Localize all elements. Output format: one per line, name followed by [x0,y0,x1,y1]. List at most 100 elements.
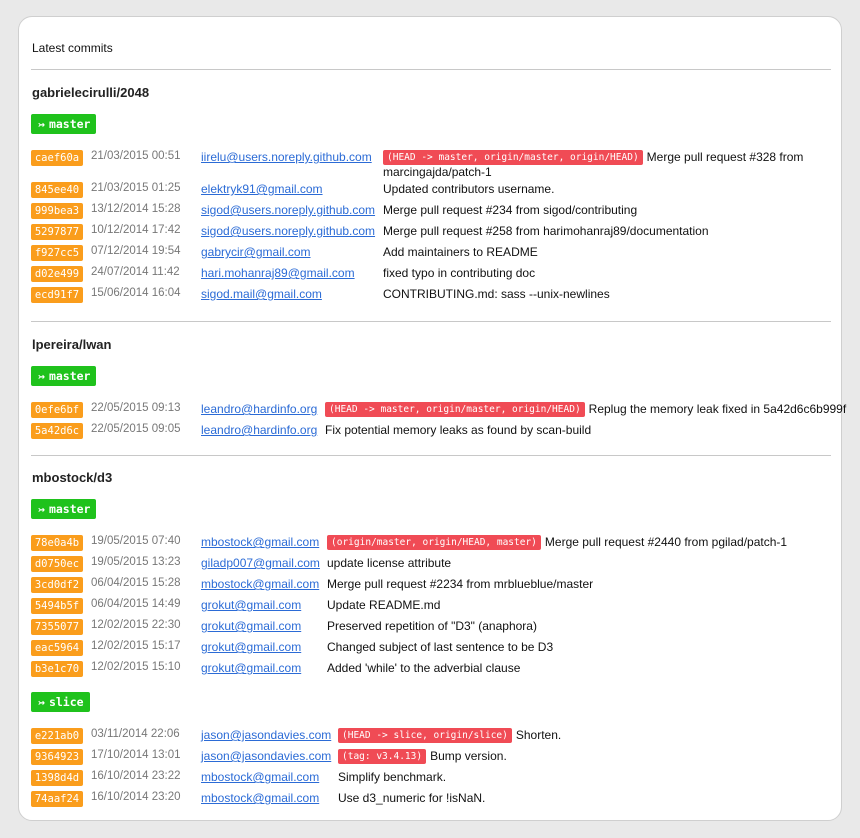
commit-message: CONTRIBUTING.md: sass --unix-newlines [383,287,610,301]
commit-date: 06/04/2015 15:28 [91,577,181,589]
commit-row: 9364923 17/10/2014 13:01 jason@jasondavi… [19,746,841,767]
commit-message: Update README.md [327,598,441,612]
commit-date: 12/02/2015 22:30 [91,619,181,631]
author-email-link[interactable]: leandro@hardinfo.org [201,423,317,437]
commit-row: d02e499 24/07/2014 11:42 hari.mohanraj89… [19,263,841,284]
author-email-link[interactable]: jason@jasondavies.com [201,749,331,763]
author-email-link[interactable]: grokut@gmail.com [201,619,301,633]
commit-sha[interactable]: eac5964 [31,640,83,656]
commit-message: (tag: v3.4.13) Bump version. [338,749,507,764]
ref-badge: (HEAD -> master, origin/master, origin/H… [325,402,585,417]
commit-row: 845ee40 21/03/2015 01:25 elektryk91@gmai… [19,179,841,200]
commit-row: e221ab0 03/11/2014 22:06 jason@jasondavi… [19,725,841,746]
commit-sha[interactable]: 0efe6bf [31,402,83,418]
commit-sha[interactable]: 845ee40 [31,182,83,198]
commit-date: 10/12/2014 17:42 [91,224,181,236]
commit-date: 21/03/2015 00:51 [91,150,181,162]
commit-row: 7355077 12/02/2015 22:30 grokut@gmail.co… [19,616,841,637]
author-email-link[interactable]: mbostock@gmail.com [201,577,319,591]
commit-sha[interactable]: ecd91f7 [31,287,83,303]
commit-sha[interactable]: caef60a [31,150,83,166]
commit-message-text: Merge pull request #2440 from pgilad/pat… [544,535,788,549]
commit-sha[interactable]: 7355077 [31,619,83,635]
divider [31,69,831,70]
ref-badge: (HEAD -> slice, origin/slice) [338,728,512,743]
author-email-link[interactable]: hari.mohanraj89@gmail.com [201,266,355,280]
commit-sha[interactable]: d02e499 [31,266,83,282]
commit-row: d0750ec 19/05/2015 13:23 giladp007@gmail… [19,553,841,574]
commit-row: caef60a 21/03/2015 00:51 iirelu@users.no… [19,147,841,179]
commit-sha[interactable]: 5a42d6c [31,423,83,439]
commit-message: update license attribute [327,556,452,570]
branch-badge[interactable]: ↣ master [31,366,97,386]
commit-sha[interactable]: 5297877 [31,224,83,240]
branch-arrow-icon: ↣ [38,502,45,516]
author-email-link[interactable]: sigod@users.noreply.github.com [201,224,375,238]
repo-name: lpereira/lwan [32,337,112,352]
author-email-link[interactable]: mbostock@gmail.com [201,535,319,549]
commit-sha[interactable]: 1398d4d [31,770,83,786]
commit-sha[interactable]: 999bea3 [31,203,83,219]
author-email-link[interactable]: elektryk91@gmail.com [201,182,323,196]
commit-row: b3e1c70 12/02/2015 15:10 grokut@gmail.co… [19,658,841,679]
commit-sha[interactable]: 9364923 [31,749,83,765]
commit-sha[interactable]: d0750ec [31,556,83,572]
commit-message: Preserved repetition of "D3" (anaphora) [327,619,537,633]
commit-message-text: Replug the memory leak fixed in 5a42d6c6… [588,402,847,416]
commit-date: 21/03/2015 01:25 [91,182,181,194]
branch-name: master [48,502,91,516]
commit-row: 0efe6bf 22/05/2015 09:13 leandro@hardinf… [19,399,846,420]
branch-name: slice [48,695,84,709]
commit-message: Changed subject of last sentence to be D… [327,640,554,654]
branch-badge[interactable]: ↣ master [31,114,97,134]
author-email-link[interactable]: grokut@gmail.com [201,661,301,675]
commit-sha[interactable]: 78e0a4b [31,535,83,551]
commit-row: 5494b5f 06/04/2015 14:49 grokut@gmail.co… [19,595,841,616]
commit-sha[interactable]: e221ab0 [31,728,83,744]
commit-date: 12/02/2015 15:10 [91,661,181,673]
commit-date: 24/07/2014 11:42 [91,266,180,278]
author-email-link[interactable]: sigod.mail@gmail.com [201,287,322,301]
author-email-link[interactable]: leandro@hardinfo.org [201,402,317,416]
commit-date: 06/04/2015 14:49 [91,598,181,610]
commit-message: Add maintainers to README [383,245,538,259]
ref-badge: (HEAD -> master, origin/master, origin/H… [383,150,643,165]
commit-sha[interactable]: 3cd0df2 [31,577,83,593]
author-email-link[interactable]: iirelu@users.noreply.github.com [201,150,372,164]
author-email-link[interactable]: sigod@users.noreply.github.com [201,203,375,217]
author-email-link[interactable]: mbostock@gmail.com [201,791,319,805]
commit-row: 999bea3 13/12/2014 15:28 sigod@users.nor… [19,200,841,221]
author-email-link[interactable]: mbostock@gmail.com [201,770,319,784]
commit-message: (origin/master, origin/HEAD, master) Merg… [327,535,787,550]
commit-message: Merge pull request #234 from sigod/contr… [383,203,638,217]
commit-message: (HEAD -> master, origin/master, origin/H… [325,402,846,417]
author-email-link[interactable]: giladp007@gmail.com [201,556,320,570]
commit-message: (HEAD -> slice, origin/slice) Shorten. [338,728,561,743]
commit-sha[interactable]: f927cc5 [31,245,83,261]
branch-badge[interactable]: ↣ master [31,499,97,519]
commit-row: 3cd0df2 06/04/2015 15:28 mbostock@gmail.… [19,574,841,595]
commit-date: 17/10/2014 13:01 [91,749,181,761]
commit-message: (HEAD -> master, origin/master, origin/H… [383,150,843,180]
commit-sha[interactable]: b3e1c70 [31,661,83,677]
commit-sha[interactable]: 74aaf24 [31,791,83,807]
commit-row: 5297877 10/12/2014 17:42 sigod@users.nor… [19,221,841,242]
branch-badge[interactable]: ↣ slice [31,692,90,712]
commit-row: 5a42d6c 22/05/2015 09:05 leandro@hardinf… [19,420,841,441]
commits-panel: Latest commits gabrielecirulli/2048 ↣ mas… [18,16,846,821]
author-email-link[interactable]: grokut@gmail.com [201,640,301,654]
commit-date: 12/02/2015 15:17 [91,640,181,652]
author-email-link[interactable]: grokut@gmail.com [201,598,301,612]
author-email-link[interactable]: jason@jasondavies.com [201,728,331,742]
commit-message: Merge pull request #2234 from mrblueblue… [327,577,594,591]
divider [31,455,831,456]
commit-row: 78e0a4b 19/05/2015 07:40 mbostock@gmail.… [19,532,841,553]
commit-sha[interactable]: 5494b5f [31,598,83,614]
ref-badge: (origin/master, origin/HEAD, master) [327,535,541,550]
commit-date: 15/06/2014 16:04 [91,287,181,299]
author-email-link[interactable]: gabrycir@gmail.com [201,245,311,259]
branch-arrow-icon: ↣ [38,695,45,709]
commit-date: 22/05/2015 09:13 [91,402,181,414]
ref-badge: (tag: v3.4.13) [338,749,427,764]
commit-date: 16/10/2014 23:20 [91,791,181,803]
